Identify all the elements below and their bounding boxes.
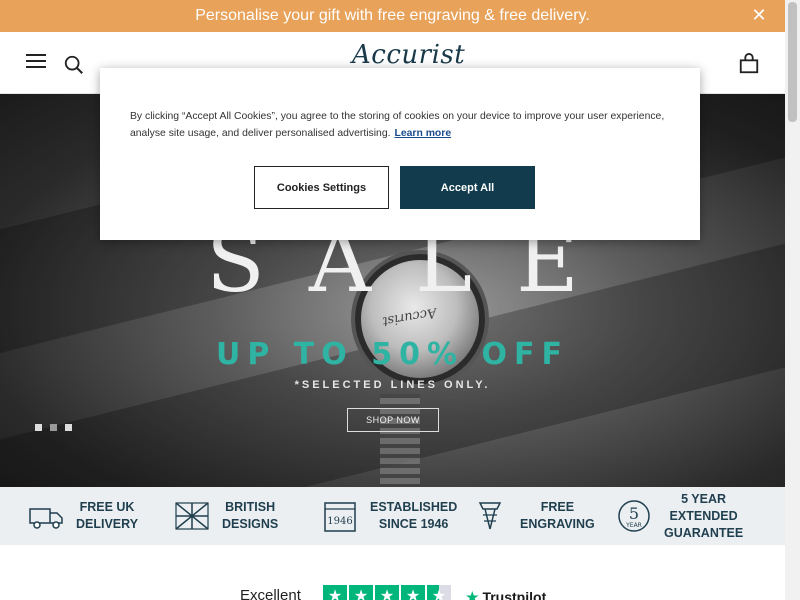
trustpilot-star-icon: ★ [466, 589, 479, 600]
cookie-text: By clicking “Accept All Cookies”, you ag… [130, 108, 670, 142]
page: Personalise your gift with free engravin… [0, 0, 800, 600]
feature-label: BRITISH DESIGNS [222, 499, 278, 533]
features-strip: FREE UK DELIVERY BRITISH DESIGNS 1946 ES… [0, 487, 785, 545]
star-icon: ★ [349, 585, 373, 600]
feature-line: FREE UK [79, 500, 135, 514]
calendar-year: 1946 [327, 516, 352, 527]
feature-established: 1946 ESTABLISHED SINCE 1946 [322, 487, 457, 545]
hamburger-menu-icon[interactable] [26, 54, 48, 70]
guarantee-number: 5 [629, 504, 639, 523]
trustpilot-brand: Trustpilot [482, 589, 547, 600]
feature-label: ESTABLISHED SINCE 1946 [370, 499, 457, 533]
accept-all-button[interactable]: Accept All [400, 166, 535, 209]
trustpilot-logo: ★ Trustpilot [466, 589, 546, 600]
trust-rating-text: Excellent [240, 587, 301, 600]
feature-label: FREE ENGRAVING [520, 499, 595, 533]
cookie-consent-dialog: By clicking “Accept All Cookies”, you ag… [100, 68, 700, 240]
search-icon[interactable] [63, 54, 85, 76]
calendar-icon: 1946 [324, 502, 356, 532]
feature-line: ESTABLISHED [370, 500, 458, 514]
feature-line: BRITISH [225, 500, 276, 514]
truck-icon [29, 508, 63, 529]
feature-label: 5 YEAR EXTENDED GUARANTEE [664, 491, 743, 542]
learn-more-link[interactable]: Learn more [395, 128, 452, 139]
shopping-bag-icon[interactable] [738, 53, 760, 75]
union-flag-icon [175, 502, 209, 530]
engraving-icon [478, 502, 502, 530]
guarantee-unit: YEAR [625, 522, 642, 529]
star-icon: ★ [401, 585, 425, 600]
cookies-settings-button[interactable]: Cookies Settings [254, 166, 389, 209]
feature-line: DESIGNS [222, 517, 279, 531]
logo[interactable]: Accurist [352, 40, 465, 70]
half-star-icon: ★ [427, 585, 451, 600]
promo-banner: Personalise your gift with free engravin… [0, 0, 785, 32]
feature-line: 5 YEAR [681, 491, 727, 506]
star-icon: ★ [323, 585, 347, 600]
hero-note: *SELECTED LINES ONLY. [294, 379, 491, 391]
shop-now-button[interactable]: SHOP NOW [347, 408, 439, 432]
close-icon[interactable]: ✕ [751, 6, 767, 24]
guarantee-icon: 5 YEAR [618, 500, 650, 532]
scrollbar-thumb[interactable] [788, 2, 797, 122]
feature-line: ENGRAVING [520, 517, 595, 531]
carousel-dot[interactable] [35, 424, 42, 431]
feature-label: FREE UK DELIVERY [76, 499, 138, 533]
trust-stars: ★ ★ ★ ★ ★ [323, 585, 451, 600]
feature-engraving: FREE ENGRAVING [472, 487, 595, 545]
feature-line: EXTENDED [669, 508, 738, 523]
carousel-dots [35, 424, 72, 431]
trustpilot-widget[interactable]: Excellent ★ ★ ★ ★ ★ ★ Trustpilot [0, 545, 785, 600]
carousel-dot-active[interactable] [50, 424, 57, 431]
feature-guarantee: 5 YEAR 5 YEAR EXTENDED GUARANTEE [616, 487, 743, 545]
carousel-dot[interactable] [65, 424, 72, 431]
star-icon: ★ [375, 585, 399, 600]
feature-line: FREE [540, 500, 575, 514]
feature-british: BRITISH DESIGNS [174, 487, 278, 545]
hero-offer: UP TO 50% OFF [216, 337, 569, 372]
feature-delivery: FREE UK DELIVERY [28, 487, 138, 545]
feature-line: GUARANTEE [664, 525, 744, 540]
scrollbar[interactable] [785, 0, 800, 600]
promo-text: Personalise your gift with free engravin… [195, 7, 590, 24]
feature-line: SINCE 1946 [378, 517, 449, 531]
feature-line: DELIVERY [76, 517, 139, 531]
